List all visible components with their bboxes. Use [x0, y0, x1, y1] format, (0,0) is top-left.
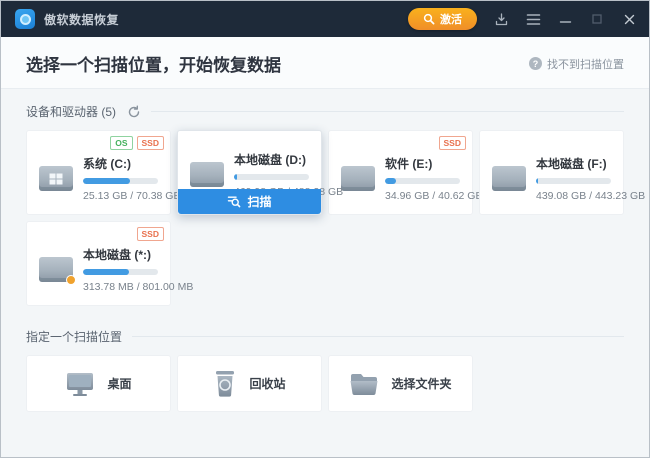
ssd-badge: SSD — [137, 227, 164, 241]
scan-search-icon — [227, 195, 241, 208]
drive-grid: OS SSD 系统 (C:) 25.13 GB / 70.38 GB — [26, 130, 624, 306]
capacity-bar — [83, 269, 158, 275]
page-header: 选择一个扫描位置，开始恢复数据 ? 找不到扫描位置 — [1, 37, 649, 89]
title-bar: 傲软数据恢复 激活 — [1, 1, 649, 37]
app-window: 傲软数据恢复 激活 选择一个扫描位置，开始恢复数据 — [0, 0, 650, 458]
ssd-badge: SSD — [137, 136, 164, 150]
drive-size: 25.13 GB / 70.38 GB — [83, 190, 158, 202]
location-grid: 桌面 回收站 选择文件夹 — [26, 355, 624, 412]
drive-icon — [492, 166, 526, 191]
drive-name: 软件 (E:) — [385, 155, 460, 172]
locked-drive-icon — [39, 257, 73, 282]
capacity-bar — [536, 178, 611, 184]
page-title: 选择一个扫描位置，开始恢复数据 — [26, 51, 281, 76]
drive-size: 439.08 GB / 443.23 GB — [536, 190, 611, 202]
help-link[interactable]: ? 找不到扫描位置 — [529, 56, 624, 72]
download-icon[interactable] — [493, 11, 509, 27]
scan-button[interactable]: 扫描 — [178, 189, 321, 214]
close-icon[interactable] — [621, 11, 637, 27]
recycle-bin-icon — [213, 370, 237, 397]
drive-name: 本地磁盘 (F:) — [536, 155, 611, 172]
desktop-location-card[interactable]: 桌面 — [26, 355, 171, 412]
drive-card-e[interactable]: SSD 软件 (E:) 34.96 GB / 40.62 GB — [328, 130, 473, 215]
capacity-bar — [385, 178, 460, 184]
lock-badge-icon — [66, 275, 76, 285]
app-logo-icon — [15, 9, 35, 29]
question-icon: ? — [529, 57, 542, 70]
divider — [151, 111, 624, 112]
drive-card-star[interactable]: SSD 本地磁盘 (*:) 313.78 MB / 801.00 MB — [26, 221, 171, 306]
help-link-label: 找不到扫描位置 — [547, 56, 624, 72]
system-drive-icon — [39, 166, 73, 191]
ssd-badge: SSD — [439, 136, 466, 150]
locations-section-label: 指定一个扫描位置 — [26, 328, 122, 345]
maximize-icon[interactable] — [589, 11, 605, 27]
location-label: 回收站 — [249, 375, 285, 392]
drive-card-c[interactable]: OS SSD 系统 (C:) 25.13 GB / 70.38 GB — [26, 130, 171, 215]
windows-logo-icon — [50, 173, 63, 184]
refresh-icon[interactable] — [126, 104, 141, 119]
main-content: 设备和驱动器 (5) OS SSD 系统 (C:) — [1, 89, 649, 457]
drive-name: 本地磁盘 (D:) — [234, 151, 309, 168]
minimize-icon[interactable] — [557, 11, 573, 27]
folder-icon — [349, 372, 379, 396]
location-label: 桌面 — [107, 375, 131, 392]
choose-folder-location-card[interactable]: 选择文件夹 — [328, 355, 473, 412]
activate-label: 激活 — [440, 11, 462, 27]
recycle-bin-location-card[interactable]: 回收站 — [177, 355, 322, 412]
capacity-bar — [83, 178, 158, 184]
desktop-icon — [65, 371, 95, 397]
scan-button-label: 扫描 — [247, 193, 271, 210]
magnifier-icon — [423, 13, 435, 25]
drive-icon — [341, 166, 375, 191]
os-badge: OS — [110, 136, 132, 150]
drive-name: 本地磁盘 (*:) — [83, 246, 158, 263]
devices-section-header: 设备和驱动器 (5) — [26, 103, 624, 120]
divider — [132, 336, 624, 337]
drive-name: 系统 (C:) — [83, 155, 158, 172]
devices-section-label: 设备和驱动器 (5) — [26, 103, 116, 120]
drive-card-d[interactable]: 本地磁盘 (D:) 469.98 GB / 488.28 GB 扫描 — [177, 130, 322, 215]
drive-size: 34.96 GB / 40.62 GB — [385, 190, 460, 202]
location-label: 选择文件夹 — [391, 375, 451, 392]
drive-card-f[interactable]: 本地磁盘 (F:) 439.08 GB / 443.23 GB — [479, 130, 624, 215]
drive-icon — [190, 162, 224, 187]
activate-button[interactable]: 激活 — [408, 8, 477, 30]
capacity-bar — [234, 174, 309, 180]
drive-size: 313.78 MB / 801.00 MB — [83, 281, 158, 293]
app-title: 傲软数据恢复 — [44, 11, 119, 28]
locations-section-header: 指定一个扫描位置 — [26, 328, 624, 345]
menu-icon[interactable] — [525, 11, 541, 27]
